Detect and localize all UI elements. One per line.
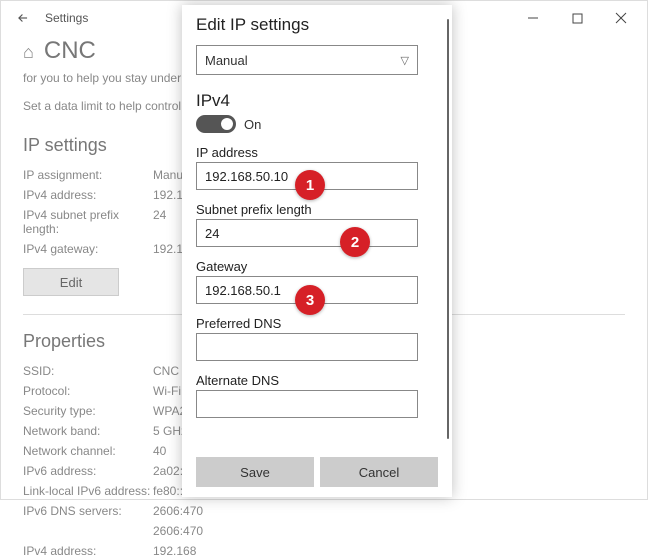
- page-title: CNC: [44, 37, 96, 65]
- back-button[interactable]: [5, 1, 41, 35]
- prop-channel-label: Network channel:: [23, 444, 153, 458]
- prop-protocol-label: Protocol:: [23, 384, 153, 398]
- ipv4-gateway-label: IPv4 gateway:: [23, 242, 153, 256]
- maximize-button[interactable]: [555, 3, 599, 33]
- edit-button[interactable]: Edit: [23, 268, 119, 296]
- prop-dns6-value: 2606:470: [153, 504, 625, 518]
- ipv4-toggle[interactable]: [196, 115, 236, 133]
- annotation-badge-2: 2: [340, 227, 370, 257]
- ipv4-heading: IPv4: [196, 91, 438, 111]
- edit-button-label: Edit: [60, 275, 82, 290]
- home-icon: ⌂: [23, 42, 34, 63]
- ip-method-select[interactable]: Manual ▽: [196, 45, 418, 75]
- preferred-dns-input[interactable]: [196, 333, 418, 361]
- close-button[interactable]: [599, 3, 643, 33]
- subnet-value: 24: [205, 226, 219, 241]
- annotation-badge-1: 1: [295, 170, 325, 200]
- gateway-label: Gateway: [196, 259, 438, 274]
- prop-security-label: Security type:: [23, 404, 153, 418]
- minimize-button[interactable]: [511, 3, 555, 33]
- cancel-button-label: Cancel: [359, 465, 399, 480]
- prop-dns6-value-2: 2606:470: [153, 524, 625, 538]
- ip-address-label: IP address: [196, 145, 438, 160]
- gateway-value: 192.168.50.1: [205, 283, 281, 298]
- chevron-down-icon: ▽: [401, 54, 409, 67]
- annotation-badge-3: 3: [295, 285, 325, 315]
- ip-method-value: Manual: [205, 53, 248, 68]
- ip-assignment-label: IP assignment:: [23, 168, 153, 182]
- prop-band-label: Network band:: [23, 424, 153, 438]
- alternate-dns-input[interactable]: [196, 390, 418, 418]
- prop-dns6-label: IPv6 DNS servers:: [23, 504, 153, 518]
- save-button-label: Save: [240, 465, 270, 480]
- edit-ip-dialog: Edit IP settings Manual ▽ IPv4 On IP add…: [182, 5, 452, 497]
- alternate-dns-label: Alternate DNS: [196, 373, 438, 388]
- prop-linklocal6-label: Link-local IPv6 address:: [23, 484, 153, 498]
- save-button[interactable]: Save: [196, 457, 314, 487]
- preferred-dns-label: Preferred DNS: [196, 316, 438, 331]
- ipv4-address-label: IPv4 address:: [23, 188, 153, 202]
- dialog-title: Edit IP settings: [196, 15, 438, 35]
- ip-address-value: 192.168.50.10: [205, 169, 288, 184]
- prop-ipv4-label: IPv4 address:: [23, 544, 153, 558]
- dialog-scrollbar[interactable]: [447, 19, 449, 439]
- prop-ssid-label: SSID:: [23, 364, 153, 378]
- ipv4-toggle-label: On: [244, 117, 261, 132]
- prop-ipv6-label: IPv6 address:: [23, 464, 153, 478]
- ipv4-subnet-label: IPv4 subnet prefix length:: [23, 208, 153, 236]
- subnet-label: Subnet prefix length: [196, 202, 438, 217]
- prop-ipv4-value: 192.168: [153, 544, 625, 558]
- cancel-button[interactable]: Cancel: [320, 457, 438, 487]
- subnet-input[interactable]: 24: [196, 219, 418, 247]
